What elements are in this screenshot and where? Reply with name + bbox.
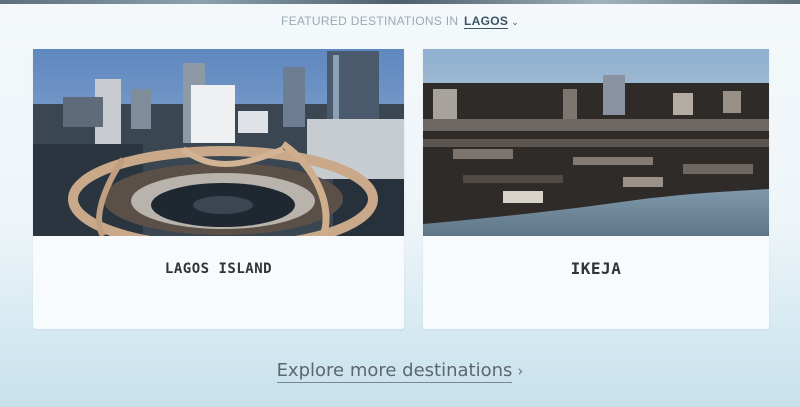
lagos-island-photo[interactable] bbox=[33, 49, 404, 236]
city-selector[interactable]: LAGOS bbox=[464, 14, 509, 29]
card-title[interactable]: LAGOS ISLAND bbox=[33, 261, 404, 277]
destination-card-ikeja[interactable]: IKEJA bbox=[423, 49, 769, 329]
heading-prefix: FEATURED DESTINATIONS IN bbox=[280, 14, 459, 28]
ikeja-image bbox=[423, 49, 769, 236]
destination-card-lagos-island[interactable]: LAGOS ISLAND bbox=[33, 49, 404, 329]
chevron-right-icon[interactable]: › bbox=[517, 362, 523, 380]
lagos-island-image bbox=[33, 49, 404, 236]
card-title[interactable]: IKEJA bbox=[423, 259, 769, 278]
ikeja-photo[interactable] bbox=[423, 49, 769, 236]
explore-more-label[interactable]: Explore more destinations bbox=[276, 360, 513, 383]
top-edge-strip bbox=[0, 0, 800, 4]
chevron-down-icon[interactable]: ⌄ bbox=[511, 17, 519, 27]
explore-more-link[interactable]: Explore more destinations › bbox=[0, 360, 800, 383]
featured-destinations-heading: FEATURED DESTINATIONS IN LAGOS ⌄ bbox=[0, 14, 800, 29]
